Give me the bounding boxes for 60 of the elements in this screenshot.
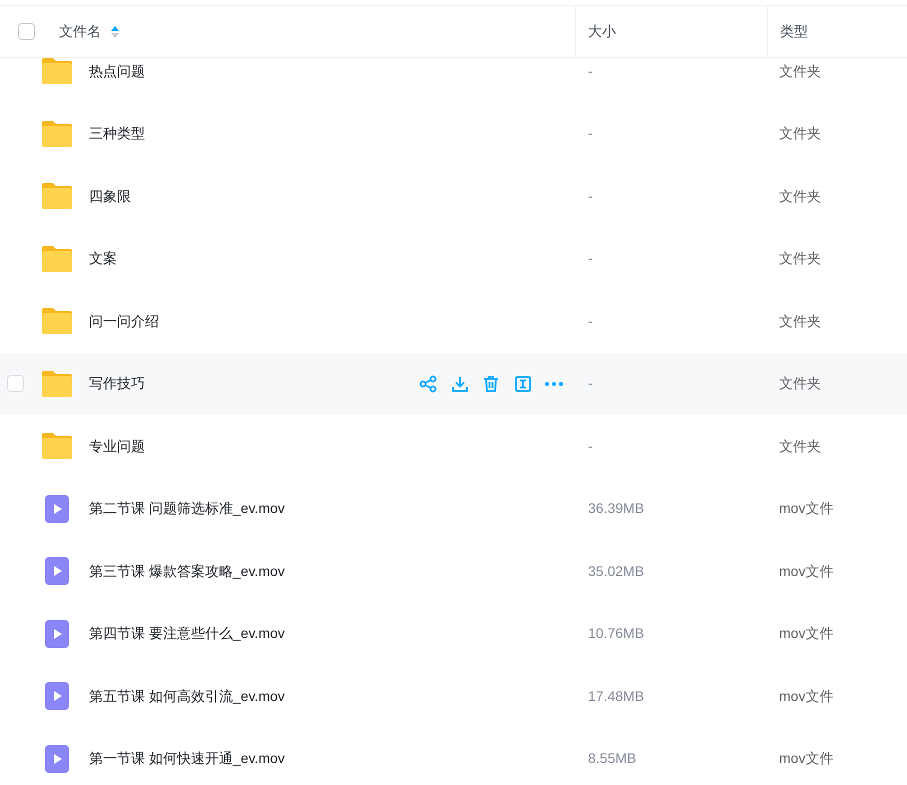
file-size: - [588,250,593,266]
folder-icon [42,120,72,147]
file-type: 文件夹 [779,438,821,454]
file-size: - [588,62,593,79]
file-type: mov文件 [779,625,834,642]
file-type: mov文件 [779,500,834,516]
file-size: - [588,188,593,204]
file-type: 文件夹 [779,250,821,266]
file-size: - [588,375,593,392]
file-size: 8.55MB [588,750,636,766]
file-size: - [588,312,593,329]
file-type: mov文件 [779,750,834,766]
file-size: 35.02MB [588,562,644,579]
sort-icon[interactable] [111,26,119,38]
file-size: - [588,438,593,454]
share-icon[interactable] [419,374,437,393]
row-checkbox[interactable] [7,375,24,392]
file-name[interactable]: 第三节课 爆款答案攻略_ev.mov [89,560,285,582]
folder-icon [42,370,72,397]
trash-icon[interactable] [482,374,500,393]
video-file-icon [45,744,69,773]
file-size: 10.76MB [588,625,644,642]
file-name[interactable]: 三种类型 [89,123,145,144]
file-name[interactable]: 专业问题 [89,436,145,457]
file-size: 17.48MB [588,688,644,704]
rename-icon[interactable] [514,374,532,393]
file-name[interactable]: 写作技巧 [89,373,145,394]
folder-icon [42,308,72,334]
column-header[interactable]: 大小 [588,21,616,42]
folder-icon [42,58,72,84]
file-name[interactable]: 问一问介绍 [89,310,159,332]
file-type: 文件夹 [779,188,821,204]
file-type: 文件夹 [779,312,821,329]
file-name[interactable]: 第四节课 要注意些什么_ev.mov [89,623,285,644]
file-name[interactable]: 四象限 [89,186,131,207]
file-type: mov文件 [779,688,834,704]
video-file-icon [45,557,69,586]
file-type: 文件夹 [779,125,821,142]
folder-icon [42,433,72,460]
file-type: mov文件 [779,562,834,579]
file-row[interactable]: 写作技巧 - 文件夹 [0,352,907,415]
file-name[interactable]: 第五节课 如何高效引流_ev.mov [89,686,285,707]
file-name[interactable]: 热点问题 [89,60,145,82]
file-type: 文件夹 [779,375,821,392]
file-size: - [588,125,593,142]
file-name[interactable]: 文案 [89,248,117,270]
column-header[interactable]: 文件名 [59,21,101,42]
video-file-icon [45,494,69,523]
more-icon[interactable] [545,382,563,386]
video-file-icon [45,682,69,710]
file-name[interactable]: 第一节课 如何快速开通_ev.mov [89,748,285,770]
video-file-icon [45,620,69,648]
folder-icon [42,183,72,210]
select-all-checkbox[interactable] [18,23,35,40]
column-header[interactable]: 类型 [780,21,808,42]
file-size: 36.39MB [588,500,644,516]
file-type: 文件夹 [779,62,821,79]
file-name[interactable]: 第二节课 问题筛选标准_ev.mov [89,498,285,520]
download-icon[interactable] [450,374,468,393]
folder-icon [42,246,72,272]
